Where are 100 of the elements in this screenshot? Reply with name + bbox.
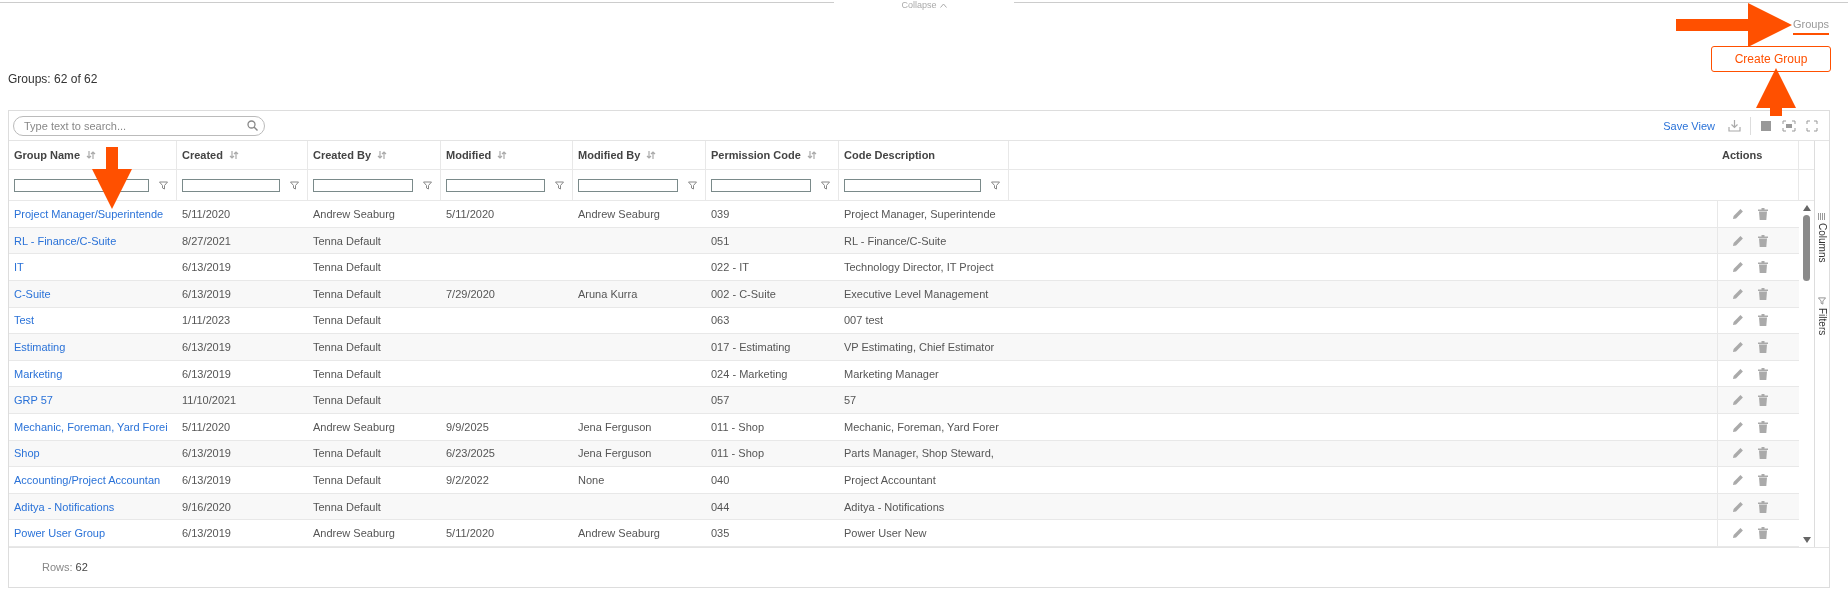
delete-icon[interactable] (1758, 367, 1768, 380)
table-cell: Parts Manager, Shop Steward, (844, 447, 994, 460)
group-name-link[interactable]: Estimating (14, 341, 66, 354)
sort-icon[interactable] (228, 150, 239, 161)
filter-icon[interactable] (159, 180, 168, 190)
edit-icon[interactable] (1732, 394, 1744, 407)
column-header[interactable]: Modified (441, 141, 573, 170)
edit-icon[interactable] (1732, 474, 1744, 486)
table-cell: Jena Ferguson (578, 447, 652, 460)
annotation-arrow (1756, 68, 1796, 116)
column-header[interactable]: Created By (308, 141, 441, 170)
table-cell: Tenna Default (313, 367, 381, 380)
delete-icon[interactable] (1758, 394, 1768, 407)
fit-icon[interactable] (1782, 119, 1796, 132)
group-name-link[interactable]: C-Suite (14, 287, 51, 300)
edit-icon[interactable] (1732, 420, 1744, 433)
delete-icon[interactable] (1758, 208, 1768, 221)
table-cell: 7/29/2020 (446, 287, 495, 300)
delete-icon[interactable] (1758, 447, 1768, 460)
sort-icon[interactable] (806, 150, 817, 161)
group-name-link[interactable]: Project Manager/Superintende (14, 208, 164, 221)
filter-icon[interactable] (688, 180, 697, 190)
group-name-link[interactable]: Mechanic, Foreman, Yard Forei (14, 420, 168, 433)
table-cell: Tenna Default (313, 234, 381, 247)
scrollbar-thumb[interactable] (1803, 215, 1810, 282)
table-cell: 6/13/2019 (182, 474, 231, 486)
group-name-link[interactable]: Marketing (14, 367, 63, 380)
panel-icon[interactable] (1760, 119, 1772, 132)
delete-icon[interactable] (1758, 500, 1768, 513)
table-cell: 017 - Estimating (711, 341, 791, 354)
side-panel-tab[interactable]: Filters (1816, 296, 1828, 335)
sort-icon[interactable] (86, 150, 96, 161)
delete-icon[interactable] (1758, 234, 1768, 247)
table-cell: 6/13/2019 (182, 367, 231, 380)
column-header[interactable]: Permission Code (706, 141, 839, 170)
filter-icon[interactable] (423, 180, 432, 190)
delete-icon[interactable] (1758, 420, 1768, 433)
filter-field[interactable] (711, 178, 811, 192)
edit-icon[interactable] (1732, 367, 1744, 380)
edit-icon[interactable] (1732, 208, 1744, 221)
table-cell: VP Estimating, Chief Estimator (844, 341, 995, 354)
table-cell: 6/13/2019 (182, 527, 231, 540)
delete-icon[interactable] (1758, 527, 1768, 540)
delete-icon[interactable] (1758, 314, 1768, 327)
sort-icon[interactable] (497, 150, 508, 161)
column-header[interactable]: Code Description (839, 141, 1009, 170)
sort-icon[interactable] (377, 150, 388, 161)
table-cell: 6/13/2019 (182, 341, 231, 354)
edit-icon[interactable] (1732, 287, 1744, 300)
edit-icon[interactable] (1732, 341, 1744, 354)
save-view-link[interactable]: Save View (1663, 119, 1715, 132)
table-cell: 002 - C-Suite (711, 287, 776, 300)
table-cell: Tenna Default (313, 474, 381, 486)
edit-icon[interactable] (1732, 261, 1744, 274)
group-name-link[interactable]: Shop (14, 447, 40, 460)
filter-field[interactable] (578, 178, 678, 192)
group-name-link[interactable]: RL - Finance/C-Suite (14, 234, 117, 247)
group-name-link[interactable]: GRP 57 (14, 394, 53, 407)
table-cell: Tenna Default (313, 341, 381, 354)
filter-icon[interactable] (290, 180, 299, 190)
table-cell: 5/11/2020 (446, 527, 495, 540)
group-name-link[interactable]: Aditya - Notifications (14, 500, 115, 513)
groups-tab[interactable]: Groups (1792, 16, 1829, 35)
filter-icon[interactable] (555, 180, 564, 190)
rows-count: 62 (75, 561, 88, 574)
filter-icon[interactable] (821, 180, 830, 190)
delete-icon[interactable] (1758, 287, 1768, 300)
scroll-up-icon[interactable] (1802, 205, 1811, 212)
delete-icon[interactable] (1758, 341, 1768, 354)
filter-field[interactable] (844, 178, 981, 192)
filter-field[interactable] (313, 178, 413, 192)
table-cell: 024 - Marketing (711, 367, 788, 380)
delete-icon[interactable] (1758, 474, 1768, 486)
table-cell: 011 - Shop (711, 420, 764, 433)
side-panel-tab[interactable]: Columns (1816, 213, 1828, 263)
scroll-down-icon[interactable] (1802, 537, 1811, 543)
filter-icon[interactable] (991, 180, 1000, 190)
group-name-link[interactable]: IT (14, 261, 24, 274)
edit-icon[interactable] (1732, 527, 1744, 540)
edit-icon[interactable] (1732, 314, 1744, 327)
table-cell: Technology Director, IT Project (844, 261, 994, 274)
delete-icon[interactable] (1758, 261, 1768, 274)
edit-icon[interactable] (1732, 447, 1744, 460)
table-cell: Tenna Default (313, 314, 381, 327)
table-cell: 040 (711, 474, 730, 486)
column-header[interactable]: Created (177, 141, 308, 170)
search-icon (247, 120, 258, 132)
filter-field[interactable] (446, 178, 545, 192)
group-name-link[interactable]: Test (14, 314, 35, 327)
group-name-link[interactable]: Accounting/Project Accountan (14, 474, 161, 486)
edit-icon[interactable] (1732, 500, 1744, 513)
fullscreen-icon[interactable] (1806, 119, 1818, 132)
filter-field[interactable] (182, 178, 280, 192)
sort-icon[interactable] (646, 150, 657, 161)
create-group-button[interactable]: Create Group (1711, 46, 1831, 72)
table-cell: Jena Ferguson (578, 420, 652, 433)
group-name-link[interactable]: Power User Group (14, 527, 106, 540)
edit-icon[interactable] (1732, 234, 1744, 247)
column-header[interactable]: Modified By (573, 141, 706, 170)
download-icon[interactable] (1728, 119, 1741, 133)
